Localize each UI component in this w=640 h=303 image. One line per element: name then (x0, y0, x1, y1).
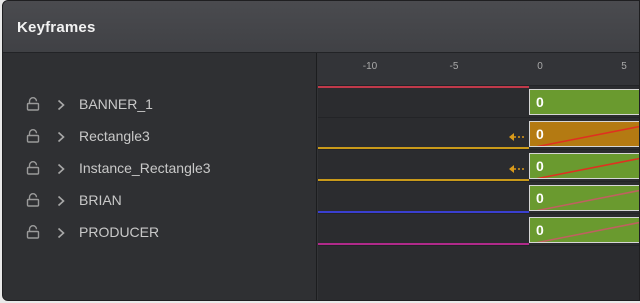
keyframe-arrow-icon[interactable] (508, 129, 526, 141)
keyframe-block[interactable]: 0 (529, 121, 639, 147)
chevron-right-icon[interactable] (56, 98, 66, 111)
keyframe-lanes: 0 0 0 0 0 (318, 86, 639, 300)
keyframe-block[interactable]: 0 (529, 185, 639, 211)
interpolation-curve (536, 189, 639, 210)
track-color-line (318, 211, 529, 213)
keyframe-value: 0 (536, 158, 544, 174)
track-color-line (318, 147, 529, 149)
track-label: Rectangle3 (79, 128, 150, 144)
keyframe-arrow-icon[interactable] (508, 161, 526, 173)
lock-icon[interactable] (26, 225, 40, 239)
panel-title: Keyframes (17, 19, 96, 36)
track-label: BRIAN (79, 192, 122, 208)
track-color-line (318, 179, 529, 181)
keyframe-value: 0 (536, 126, 544, 142)
ruler-tick-label: -10 (362, 61, 378, 72)
panel-header: Keyframes (3, 1, 639, 53)
keyframe-lane[interactable]: 0 (318, 182, 639, 214)
ruler-tick-label: -5 (449, 61, 459, 72)
keyframe-block[interactable]: 0 (529, 89, 639, 115)
track-row[interactable]: PRODUCER (3, 216, 317, 248)
track-row[interactable]: BANNER_1 (3, 88, 317, 120)
track-row[interactable]: Rectangle3 (3, 120, 317, 152)
keyframe-lane[interactable]: 0 (318, 214, 639, 246)
ruler-tick-label: 5 (621, 61, 627, 72)
track-color-line (318, 243, 529, 245)
lock-icon[interactable] (26, 97, 40, 111)
keyframe-value: 0 (536, 190, 544, 206)
chevron-right-icon[interactable] (56, 226, 66, 239)
track-color-line (318, 86, 529, 88)
interpolation-curve (536, 157, 639, 178)
track-label: PRODUCER (79, 224, 160, 240)
chevron-right-icon[interactable] (56, 130, 66, 143)
chevron-right-icon[interactable] (56, 194, 66, 207)
interpolation-curve (536, 125, 639, 146)
keyframe-lane[interactable]: 0 (318, 150, 639, 182)
lock-icon[interactable] (26, 161, 40, 175)
ruler-tick-label: 0 (537, 61, 543, 72)
keyframe-value: 0 (536, 94, 544, 110)
interpolation-curve (536, 221, 639, 242)
track-row[interactable]: Instance_Rectangle3 (3, 152, 317, 184)
chevron-right-icon[interactable] (56, 162, 66, 175)
track-row[interactable]: BRIAN (3, 184, 317, 216)
keyframe-lane[interactable]: 0 (318, 118, 639, 150)
time-ruler[interactable]: -10 -5 0 5 (318, 53, 639, 86)
keyframe-block[interactable]: 0 (529, 217, 639, 243)
track-label: BANNER_1 (79, 96, 153, 112)
lock-icon[interactable] (26, 129, 40, 143)
keyframe-block[interactable]: 0 (529, 153, 639, 179)
keyframe-value: 0 (536, 222, 544, 238)
lock-icon[interactable] (26, 193, 40, 207)
keyframe-lane[interactable]: 0 (318, 86, 639, 118)
track-list: BANNER_1 Rectangle3 Instance_Rectangle3 BRI… (3, 53, 317, 300)
keyframes-panel: Keyframes BANNER_1 Rectangle3 Instance_Rec… (2, 0, 640, 301)
track-label: Instance_Rectangle3 (79, 160, 211, 176)
keyframe-timeline[interactable]: -10 -5 0 5 0 0 0 0 0 (318, 53, 639, 300)
